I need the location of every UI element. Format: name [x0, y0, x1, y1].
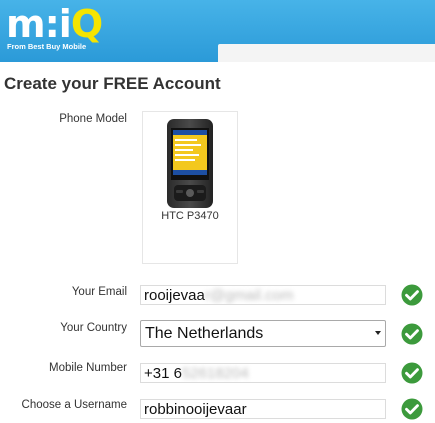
email-value: rooijevaa: [144, 287, 205, 304]
logo-accent-text: Q: [70, 2, 103, 46]
username-label: Choose a Username: [21, 399, 127, 411]
username-value: robbinooijevaar: [144, 401, 247, 418]
logo-wordmark: m:iQ: [6, 2, 103, 46]
miq-logo[interactable]: m:iQ From Best Buy Mobile: [6, 4, 116, 58]
country-selected-value: The Netherlands: [145, 325, 264, 342]
mobile-number-label: Mobile Number: [49, 362, 127, 374]
logo-tagline: From Best Buy Mobile: [7, 42, 87, 51]
mobile-number-value: +31 6: [144, 365, 182, 382]
mobile-number-obscured-value: 52618204: [181, 365, 249, 382]
phone-model-label: Phone Model: [59, 113, 127, 125]
username-field[interactable]: robbinooijevaar: [140, 399, 386, 419]
email-obscured-value: r@gmail.com: [204, 287, 294, 304]
phone-model-card[interactable]: HTC P3470: [142, 111, 238, 264]
check-circle-icon: [401, 323, 423, 345]
site-header: m:iQ From Best Buy Mobile: [0, 0, 435, 62]
email-label: Your Email: [71, 286, 127, 298]
phone-image: [167, 119, 213, 208]
check-circle-icon: [401, 398, 423, 420]
check-circle-icon: [401, 362, 423, 384]
logo-main-text: m:i: [6, 2, 72, 46]
mobile-number-field[interactable]: +31 652618204: [140, 363, 386, 383]
chevron-down-icon: [375, 331, 381, 335]
page-title: Create your FREE Account: [4, 74, 221, 93]
header-nav-strip: [218, 44, 435, 62]
country-select[interactable]: The Netherlands: [140, 320, 386, 347]
email-field[interactable]: rooijevaar@gmail.com: [140, 285, 386, 305]
phone-model-name: HTC P3470: [161, 210, 219, 222]
country-label: Your Country: [60, 322, 127, 334]
check-circle-icon: [401, 284, 423, 306]
